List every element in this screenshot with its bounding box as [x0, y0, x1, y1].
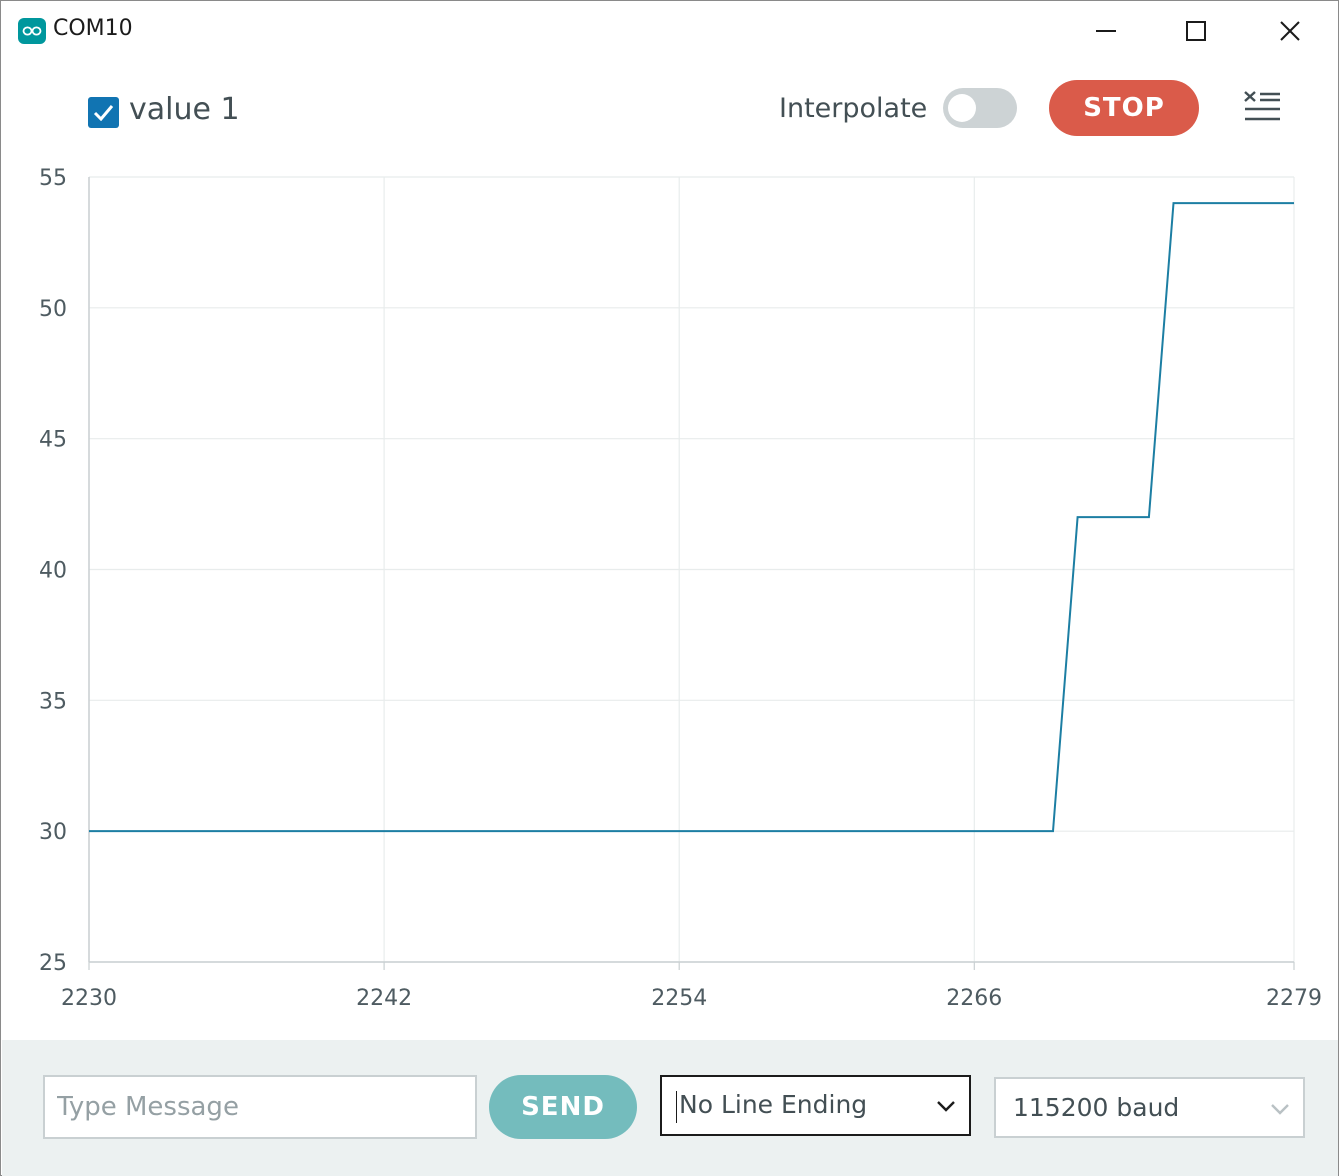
- maximize-button[interactable]: [1173, 11, 1219, 51]
- minimize-button[interactable]: [1083, 11, 1129, 51]
- close-icon: [1280, 21, 1300, 41]
- focus-caret: [676, 1091, 677, 1123]
- send-button[interactable]: SEND: [489, 1075, 637, 1139]
- series-legend-label: value 1: [129, 92, 240, 127]
- plot-chart: 25 30 35 40 45 50 55 2230 2242 2254 2266 2279: [39, 166, 1322, 1011]
- y-tick-label: 45: [39, 428, 67, 453]
- line-ending-select[interactable]: No Line Ending: [660, 1075, 971, 1136]
- baud-rate-value: 115200 baud: [1013, 1093, 1180, 1122]
- window-title: COM10: [53, 16, 133, 41]
- interpolate-label: Interpolate: [779, 93, 928, 124]
- series-checkbox[interactable]: [88, 97, 119, 128]
- y-tick-label: 55: [39, 166, 67, 191]
- toggle-knob: [948, 94, 976, 122]
- baud-rate-select[interactable]: 115200 baud: [994, 1077, 1305, 1138]
- minimize-icon: [1096, 30, 1116, 32]
- y-tick-label: 30: [39, 820, 67, 845]
- y-tick-label: 25: [39, 951, 67, 976]
- x-tick-label: 2230: [61, 986, 117, 1011]
- close-button[interactable]: [1267, 11, 1313, 51]
- x-tick-label: 2279: [1266, 986, 1322, 1011]
- x-tick-label: 2242: [356, 986, 412, 1011]
- arduino-logo-icon: [18, 18, 46, 44]
- y-tick-label: 35: [39, 689, 67, 714]
- x-tick-label: 2266: [946, 986, 1002, 1011]
- line-ending-value: No Line Ending: [679, 1090, 868, 1119]
- chevron-down-icon: [937, 1101, 955, 1112]
- title-bar: COM10: [1, 1, 1338, 59]
- series-line-value-1: [89, 202, 1294, 833]
- checkmark-icon: [93, 105, 114, 121]
- clear-button[interactable]: [1241, 89, 1283, 125]
- message-bar: SEND No Line Ending 115200 baud: [2, 1040, 1338, 1176]
- maximize-icon: [1186, 21, 1206, 41]
- y-tick-label: 50: [39, 297, 67, 322]
- message-input[interactable]: [43, 1075, 477, 1139]
- clear-list-icon: [1244, 91, 1280, 121]
- y-tick-label: 40: [39, 559, 67, 584]
- x-tick-label: 2254: [651, 986, 707, 1011]
- chevron-down-icon: [1271, 1104, 1289, 1115]
- serial-plotter-window: COM10 value 1 Interpolate STOP 25 30 35 …: [0, 0, 1339, 1176]
- interpolate-toggle[interactable]: [943, 88, 1017, 128]
- stop-button[interactable]: STOP: [1049, 80, 1199, 136]
